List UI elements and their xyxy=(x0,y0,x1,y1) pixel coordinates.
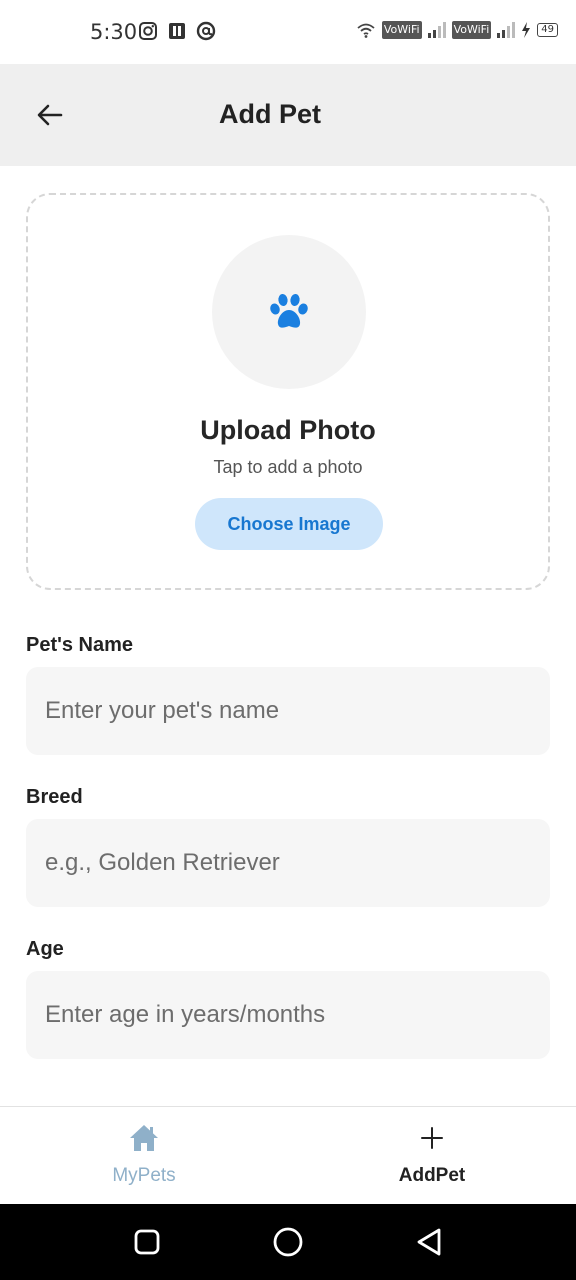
breed-label: Breed xyxy=(26,786,83,808)
home-button[interactable] xyxy=(270,1224,306,1260)
page-title: Add Pet xyxy=(218,99,321,129)
pet-name-label: Pet's Name xyxy=(26,634,134,656)
vowifi-badge: VoWiFi xyxy=(451,21,492,39)
upload-title: Upload Photo xyxy=(200,415,376,445)
signal-icon xyxy=(427,22,446,38)
tab-label: AddPet xyxy=(398,1165,466,1186)
bottom-tab-bar: MyPets AddPet xyxy=(0,1106,576,1204)
photo-placeholder[interactable] xyxy=(212,235,366,389)
breed-input[interactable] xyxy=(26,819,550,907)
tab-addpet[interactable]: AddPet xyxy=(288,1107,576,1205)
vowifi-badge: VoWiFi xyxy=(381,21,422,39)
triangle-back-icon xyxy=(417,1228,441,1256)
age-label: Age xyxy=(26,938,64,960)
status-time: 5:30 xyxy=(90,20,138,44)
charging-icon xyxy=(522,22,531,38)
back-nav-button[interactable] xyxy=(411,1224,447,1260)
age-input[interactable] xyxy=(26,971,550,1059)
recents-button[interactable] xyxy=(129,1224,165,1260)
tab-label: MyPets xyxy=(112,1165,176,1186)
status-bar: 5:30 VoWiFi VoWiFi 49 xyxy=(0,0,576,64)
circle-icon xyxy=(273,1227,303,1257)
instagram-icon xyxy=(139,22,157,40)
signal-icon xyxy=(497,22,516,38)
tab-icon-wrapper xyxy=(129,1123,159,1153)
app-notification-icon xyxy=(169,23,185,39)
battery-indicator: 49 xyxy=(537,23,558,37)
plus-icon xyxy=(421,1127,443,1149)
photo-upload-area[interactable]: Upload Photo Tap to add a photo Choose I… xyxy=(26,193,550,590)
tab-mypets[interactable]: MyPets xyxy=(0,1107,288,1205)
choose-image-button[interactable]: Choose Image xyxy=(195,498,383,550)
at-sign-icon xyxy=(196,21,216,41)
upload-subtitle: Tap to add a photo xyxy=(213,457,363,477)
system-icons: VoWiFi VoWiFi 49 xyxy=(356,20,558,40)
notification-icons xyxy=(138,21,216,41)
pet-name-input[interactable] xyxy=(26,667,550,755)
tab-icon-wrapper xyxy=(417,1123,447,1153)
paw-icon xyxy=(270,294,308,328)
app-header: Add Pet xyxy=(0,64,576,166)
square-icon xyxy=(134,1229,160,1255)
wifi-icon xyxy=(357,23,375,38)
system-navigation-bar xyxy=(0,1204,576,1280)
home-icon xyxy=(130,1125,158,1151)
